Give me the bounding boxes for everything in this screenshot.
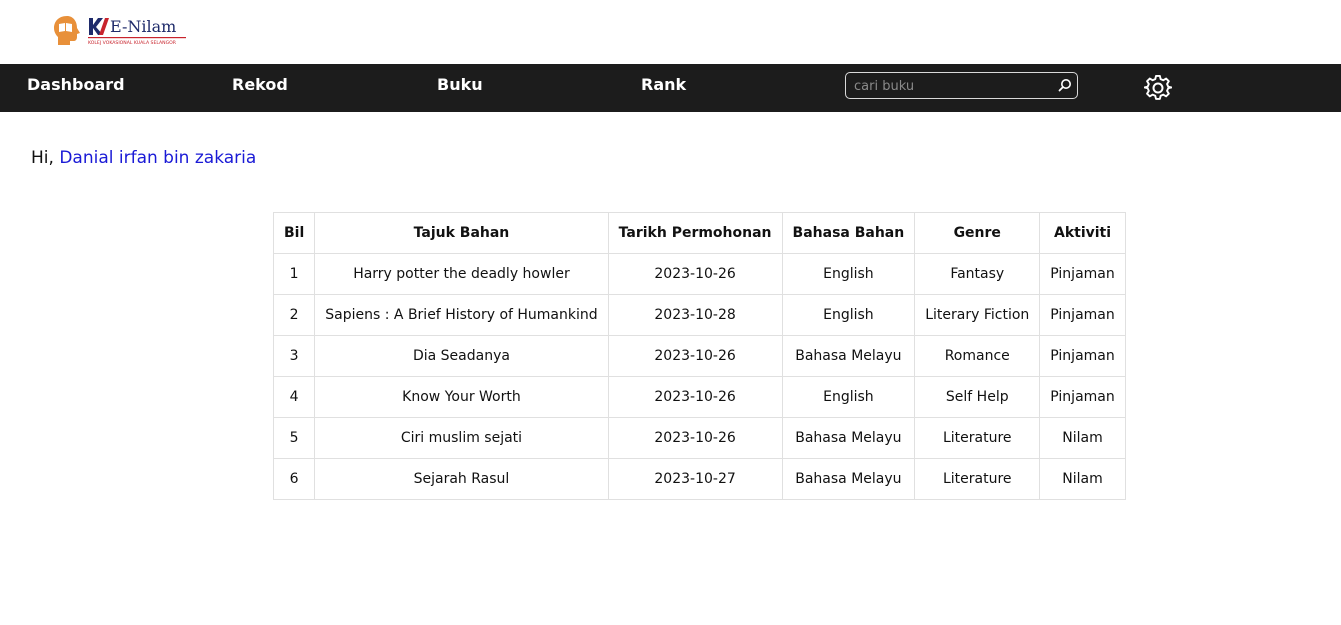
greeting: Hi, Danial irfan bin zakaria <box>31 147 256 169</box>
svg-text:E-Nilam: E-Nilam <box>110 17 176 36</box>
cell-aktiviti: Pinjaman <box>1039 294 1126 336</box>
cell-tajuk: Know Your Worth <box>314 376 609 418</box>
cell-genre: Literature <box>914 417 1041 459</box>
cell-bil: 3 <box>272 335 316 377</box>
cell-bahasa: Bahasa Melayu <box>781 335 916 377</box>
nav-rank[interactable]: Rank <box>641 75 686 95</box>
cell-bahasa: English <box>781 376 916 418</box>
col-header-tarikh: Tarikh Permohonan <box>607 212 783 254</box>
cell-tarikh: 2023-10-26 <box>607 376 783 418</box>
cell-genre: Literary Fiction <box>914 294 1041 336</box>
cell-aktiviti: Nilam <box>1039 417 1126 459</box>
table-row: 6 Sejarah Rasul 2023-10-27 Bahasa Melayu… <box>272 458 1126 500</box>
svg-text:KOLEJ VOKASIONAL KUALA SELANGO: KOLEJ VOKASIONAL KUALA SELANGOR <box>88 40 177 46</box>
cell-genre: Self Help <box>914 376 1041 418</box>
cell-tajuk: Dia Seadanya <box>314 335 609 377</box>
cell-genre: Literature <box>914 458 1041 500</box>
table-row: 5 Ciri muslim sejati 2023-10-26 Bahasa M… <box>272 417 1126 459</box>
cell-bil: 4 <box>272 376 316 418</box>
nav-dashboard[interactable]: Dashboard <box>27 75 125 95</box>
greeting-prefix: Hi, <box>31 148 60 168</box>
gear-icon[interactable] <box>1144 74 1172 102</box>
cell-bil: 5 <box>272 417 316 459</box>
cell-tajuk: Harry potter the deadly howler <box>314 253 609 295</box>
main-navbar: Dashboard Rekod Buku Rank <box>0 64 1341 112</box>
table-row: 2 Sapiens : A Brief History of Humankind… <box>272 294 1126 336</box>
table-row: 1 Harry potter the deadly howler 2023-10… <box>272 253 1126 295</box>
col-header-bahasa: Bahasa Bahan <box>781 212 916 254</box>
table-header-row: Bil Tajuk Bahan Tarikh Permohonan Bahasa… <box>272 212 1126 254</box>
cell-tajuk: Sapiens : A Brief History of Humankind <box>314 294 609 336</box>
cell-tajuk: Sejarah Rasul <box>314 458 609 500</box>
nav-buku[interactable]: Buku <box>437 75 483 95</box>
e-nilam-logo[interactable]: KOLEJ VOKASIONAL KUALA SELANGOR E-Nilam <box>53 14 193 48</box>
col-header-aktiviti: Aktiviti <box>1039 212 1126 254</box>
cell-tarikh: 2023-10-26 <box>607 335 783 377</box>
cell-tajuk: Ciri muslim sejati <box>314 417 609 459</box>
cell-bahasa: Bahasa Melayu <box>781 417 916 459</box>
cell-bil: 1 <box>272 253 316 295</box>
records-table: Bil Tajuk Bahan Tarikh Permohonan Bahasa… <box>272 212 1126 500</box>
cell-tarikh: 2023-10-27 <box>607 458 783 500</box>
cell-bil: 6 <box>272 458 316 500</box>
cell-aktiviti: Pinjaman <box>1039 253 1126 295</box>
cell-tarikh: 2023-10-26 <box>607 253 783 295</box>
search-box <box>845 72 1078 99</box>
cell-aktiviti: Nilam <box>1039 458 1126 500</box>
header-bar: KOLEJ VOKASIONAL KUALA SELANGOR E-Nilam <box>0 0 1341 64</box>
cell-tarikh: 2023-10-26 <box>607 417 783 459</box>
col-header-tajuk: Tajuk Bahan <box>314 212 609 254</box>
search-icon[interactable] <box>1058 78 1072 92</box>
cell-genre: Romance <box>914 335 1041 377</box>
col-header-genre: Genre <box>914 212 1041 254</box>
cell-aktiviti: Pinjaman <box>1039 335 1126 377</box>
table-row: 3 Dia Seadanya 2023-10-26 Bahasa Melayu … <box>272 335 1126 377</box>
cell-bahasa: Bahasa Melayu <box>781 458 916 500</box>
table-row: 4 Know Your Worth 2023-10-26 English Sel… <box>272 376 1126 418</box>
cell-bil: 2 <box>272 294 316 336</box>
cell-bahasa: English <box>781 253 916 295</box>
username-link[interactable]: Danial irfan bin zakaria <box>59 148 256 168</box>
search-input[interactable] <box>854 76 1050 96</box>
cell-aktiviti: Pinjaman <box>1039 376 1126 418</box>
logo-graphic: KOLEJ VOKASIONAL KUALA SELANGOR E-Nilam <box>54 16 186 46</box>
col-header-bil: Bil <box>272 212 316 254</box>
nav-rekod[interactable]: Rekod <box>232 75 288 95</box>
cell-tarikh: 2023-10-28 <box>607 294 783 336</box>
cell-genre: Fantasy <box>914 253 1041 295</box>
cell-bahasa: English <box>781 294 916 336</box>
